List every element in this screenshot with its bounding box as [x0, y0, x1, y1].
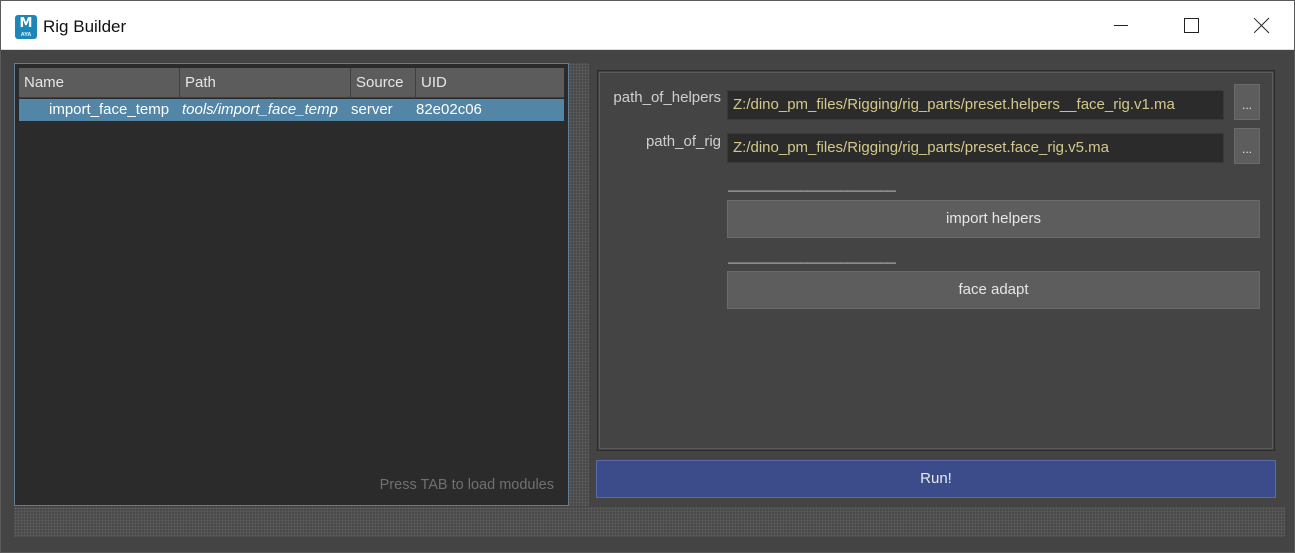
- minimize-icon: [1114, 25, 1128, 26]
- attributes-panel-inner: [599, 72, 1273, 449]
- row-source: server: [351, 101, 393, 118]
- tree-row-import-face-temp[interactable]: import_face_temp tools/import_face_temp …: [19, 99, 564, 121]
- path-of-rig-field[interactable]: Z:/dino_pm_files/Rigging/rig_parts/prese…: [727, 133, 1224, 163]
- maximize-icon: [1183, 18, 1199, 33]
- run-button[interactable]: Run!: [596, 460, 1276, 498]
- path-of-helpers-browse-button[interactable]: ...: [1234, 84, 1260, 120]
- app-icon-letter: M: [19, 16, 33, 31]
- row-path: tools/import_face_temp: [182, 101, 338, 118]
- maya-app-icon: M AYA: [15, 15, 37, 39]
- rig-builder-window: M AYA Rig Builder Name Path Source UID i…: [0, 0, 1295, 553]
- status-bar: [14, 507, 1285, 537]
- tree-header: Name Path Source UID: [19, 68, 564, 98]
- title-bar[interactable]: M AYA Rig Builder: [1, 1, 1294, 50]
- maximize-button[interactable]: [1156, 1, 1226, 50]
- load-modules-hint: Press TAB to load modules: [379, 477, 554, 493]
- column-header-source[interactable]: Source: [351, 68, 416, 98]
- path-of-rig-label: path_of_rig: [645, 133, 721, 150]
- separator-line-1: ____________________________: [728, 177, 896, 192]
- face-adapt-button[interactable]: face adapt: [727, 271, 1260, 309]
- close-icon: [1253, 17, 1270, 34]
- import-helpers-button[interactable]: import helpers: [727, 200, 1260, 238]
- separator-line-2: ____________________________: [728, 249, 896, 264]
- app-icon-sub: AYA: [20, 32, 32, 38]
- column-header-uid[interactable]: UID: [416, 68, 564, 98]
- module-tree[interactable]: Name Path Source UID import_face_temp to…: [14, 63, 569, 506]
- module-tree-viewport: Name Path Source UID import_face_temp to…: [19, 68, 564, 502]
- column-header-name[interactable]: Name: [19, 68, 180, 98]
- close-button[interactable]: [1226, 1, 1295, 50]
- minimize-button[interactable]: [1086, 1, 1156, 50]
- row-uid: 82e02c06: [416, 101, 482, 118]
- column-header-path[interactable]: Path: [180, 68, 351, 98]
- path-of-helpers-label: path_of_helpers: [613, 89, 721, 106]
- path-of-rig-browse-button[interactable]: ...: [1234, 128, 1260, 164]
- attributes-panel: [597, 70, 1275, 451]
- panel-splitter[interactable]: [569, 63, 589, 506]
- path-of-helpers-field[interactable]: Z:/dino_pm_files/Rigging/rig_parts/prese…: [727, 90, 1224, 120]
- window-title: Rig Builder: [43, 17, 127, 36]
- row-name: import_face_temp: [49, 101, 170, 118]
